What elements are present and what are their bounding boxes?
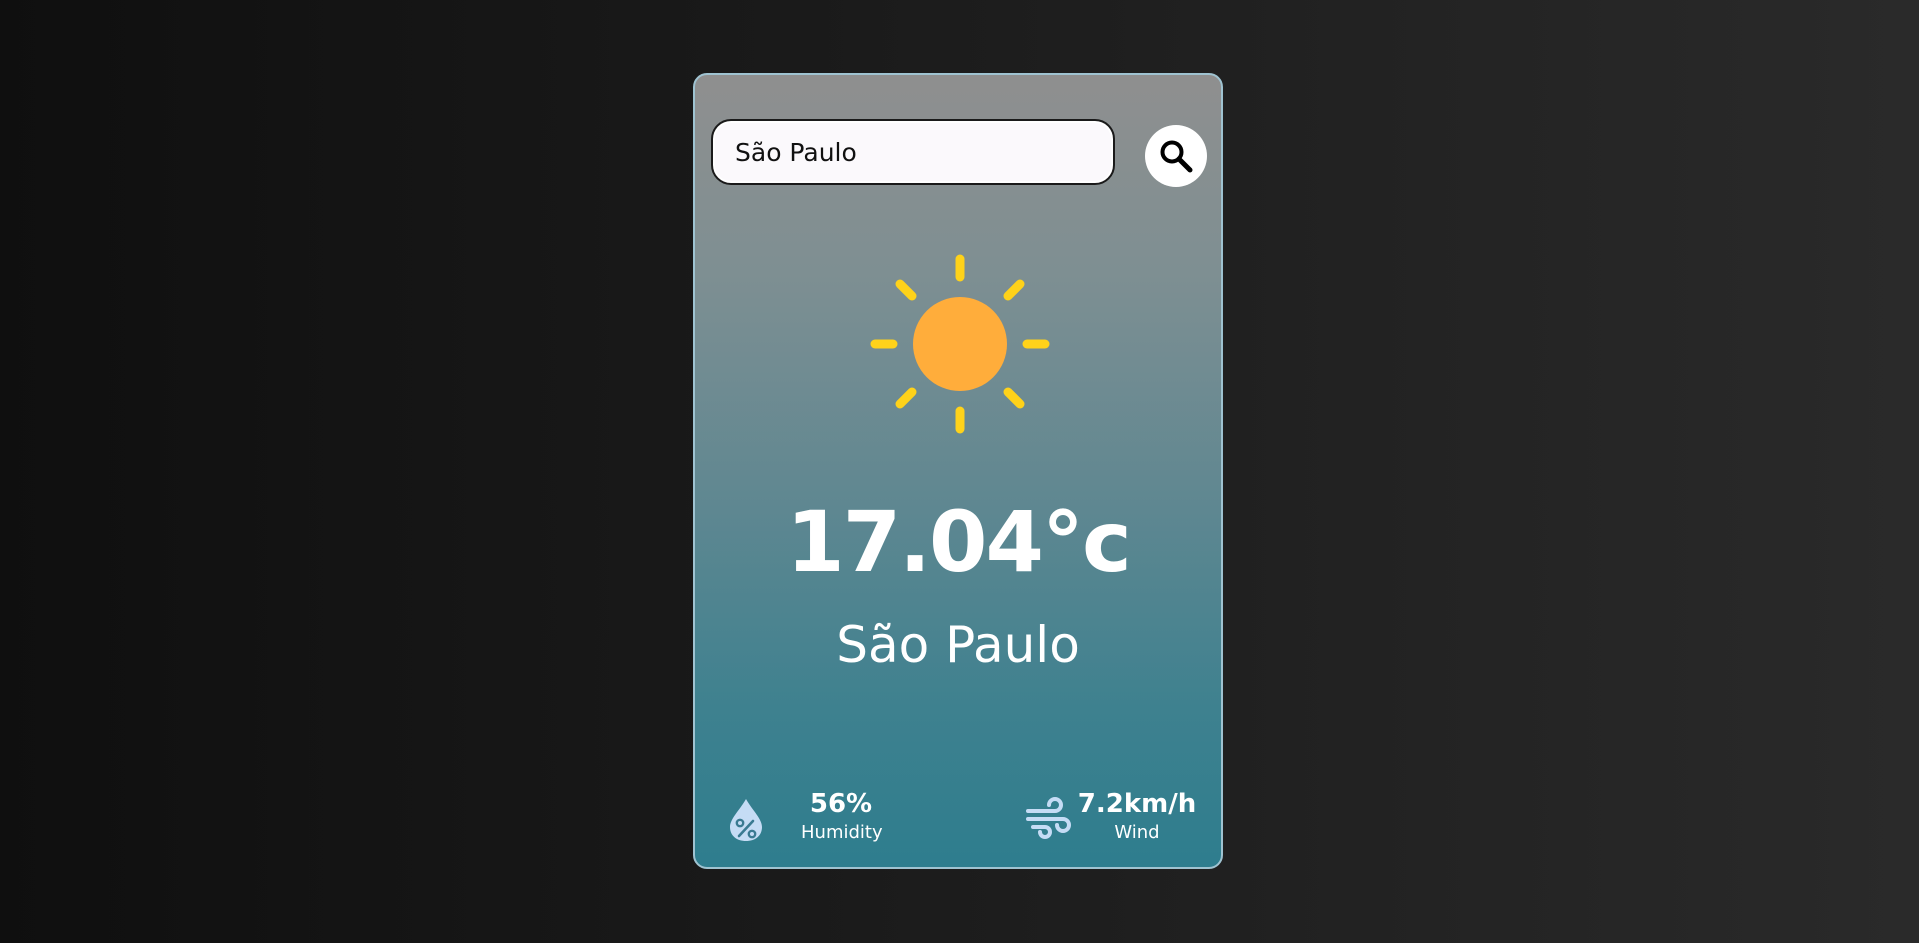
weather-card: 17.04°c São Paulo 56% Humidity 7.2km/h W… (693, 73, 1223, 869)
wind-detail: 7.2km/h Wind (1025, 789, 1205, 849)
humidity-detail: 56% Humidity (727, 789, 907, 849)
wind-label: Wind (1114, 822, 1160, 843)
search-box[interactable] (711, 119, 1115, 185)
sun-icon (870, 254, 1050, 434)
humidity-value: 56% (809, 789, 873, 819)
humidity-label: Humidity (801, 822, 883, 843)
wind-value: 7.2km/h (1077, 789, 1197, 819)
search-button[interactable] (1145, 125, 1207, 187)
wind-icon (1026, 797, 1071, 839)
search-icon (1160, 140, 1193, 173)
temperature: 17.04°c (786, 493, 1132, 591)
city-name: São Paulo (836, 616, 1080, 674)
humidity-icon (730, 799, 762, 841)
search-input[interactable] (735, 121, 1095, 183)
